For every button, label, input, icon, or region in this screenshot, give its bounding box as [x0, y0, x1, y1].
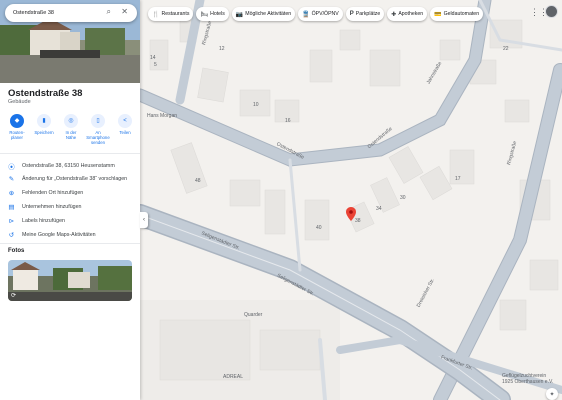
history-icon: ↺: [8, 232, 15, 239]
map-number-12: 12: [219, 46, 225, 52]
parking-icon: P: [349, 11, 354, 17]
photos-heading: Fotos: [8, 248, 25, 254]
transit-icon: 🚆: [302, 11, 310, 18]
poi-adreal[interactable]: ADREAL: [223, 374, 243, 380]
place-title: Ostendstraße 38: [8, 88, 83, 99]
camera-icon: 📷: [235, 11, 244, 18]
add-place-icon: ⊕: [8, 190, 15, 197]
map-number-5: 5: [154, 62, 157, 68]
map-number-16: 16: [285, 118, 291, 124]
map-number-30: 30: [400, 195, 406, 201]
map-graphic: [140, 0, 562, 400]
restaurant-icon: 🍴: [152, 11, 160, 18]
place-category: Gebäude: [8, 99, 31, 105]
business-icon: ▤: [8, 204, 15, 211]
map-number-22: 22: [503, 46, 509, 52]
atm-icon: 💳: [434, 11, 442, 18]
place-panel: Ostendstraße 38 ⌕ ✕ Ostendstraße 38 Gebä…: [0, 0, 140, 400]
nearby-button[interactable]: ◎ In der Nähe: [60, 114, 82, 145]
category-chips: 🍴 Restaurants 🛏 Hotels 📷 Mögliche Aktivität…: [148, 7, 484, 21]
add-label-row[interactable]: ⊳ Labels hinzufügen: [8, 217, 136, 225]
map-number-34: 34: [376, 206, 382, 212]
poi-quarder[interactable]: Quarder: [244, 312, 262, 318]
phone-icon: ▯: [91, 114, 105, 128]
chip-activities[interactable]: 📷 Mögliche Aktivitäten: [231, 7, 296, 21]
location-icon: ⦿: [8, 164, 15, 171]
search-box[interactable]: Ostendstraße 38 ⌕ ✕: [5, 4, 137, 22]
nearby-icon: ◎: [64, 114, 78, 128]
photo-thumbnail[interactable]: ⟳: [8, 260, 132, 301]
chip-pharmacies[interactable]: ✚ Apotheken: [387, 7, 428, 21]
address-row[interactable]: ⦿ Ostendstraße 38, 63150 Heusenstamm: [8, 161, 136, 171]
map-number-10: 10: [253, 102, 259, 108]
map-number-17: 17: [455, 176, 461, 182]
pharmacy-icon: ✚: [391, 11, 397, 18]
chip-atms[interactable]: 💳 Geldautomaten: [430, 7, 484, 21]
chip-parking[interactable]: P Parkplätze: [345, 7, 385, 21]
map-canvas[interactable]: Ostendstraße Ostendstraße Jahnstraße Rin…: [140, 0, 562, 400]
chip-transit[interactable]: 🚆 ÖPV/ÖPNV: [298, 7, 343, 21]
directions-button[interactable]: ◆ Routen- planer: [6, 114, 28, 145]
label-icon: ⊳: [8, 218, 15, 225]
chip-hotels[interactable]: 🛏 Hotels: [196, 7, 229, 21]
activity-row[interactable]: ↺ Meine Google Maps-Aktivitäten: [8, 231, 136, 239]
street-view-icon: ⟳: [11, 293, 17, 299]
save-button[interactable]: ▮ Speichern: [33, 114, 55, 145]
edit-icon: ✎: [8, 176, 15, 183]
location-pin-icon[interactable]: [346, 207, 356, 221]
send-to-phone-button[interactable]: ▯ An Smartphone senden: [86, 114, 110, 145]
divider: [0, 153, 140, 154]
chip-restaurants[interactable]: 🍴 Restaurants: [148, 7, 194, 21]
action-buttons: ◆ Routen- planer ▮ Speichern ◎ In der Nähe …: [6, 114, 136, 145]
avatar[interactable]: [545, 5, 558, 18]
search-input[interactable]: Ostendstraße 38: [13, 10, 54, 16]
poi-gefluegel-2: 1925 Oberthausen e.V.: [502, 379, 554, 385]
compass-icon[interactable]: ✦: [546, 388, 558, 400]
map-number-48: 48: [195, 178, 201, 184]
map-label-hans-morgan: Hans Morgan: [147, 113, 178, 119]
map-number-40: 40: [316, 225, 322, 231]
hotel-icon: 🛏: [200, 11, 209, 18]
map-number-14: 14: [150, 55, 156, 61]
share-icon: <: [118, 114, 132, 128]
directions-icon: ◆: [10, 114, 24, 128]
bookmark-icon: ▮: [37, 114, 51, 128]
collapse-panel-button[interactable]: ‹: [140, 212, 148, 228]
suggest-edit-row[interactable]: ✎ Änderung für „Ostendstraße 38“ vorschla…: [8, 175, 136, 183]
close-icon[interactable]: ✕: [121, 7, 128, 16]
divider: [0, 243, 140, 244]
share-button[interactable]: < Teilen: [114, 114, 136, 145]
search-icon[interactable]: ⌕: [107, 7, 111, 17]
add-business-row[interactable]: ▤ Unternehmen hinzufügen: [8, 203, 136, 211]
add-place-row[interactable]: ⊕ Fehlenden Ort hinzufügen: [8, 189, 136, 197]
